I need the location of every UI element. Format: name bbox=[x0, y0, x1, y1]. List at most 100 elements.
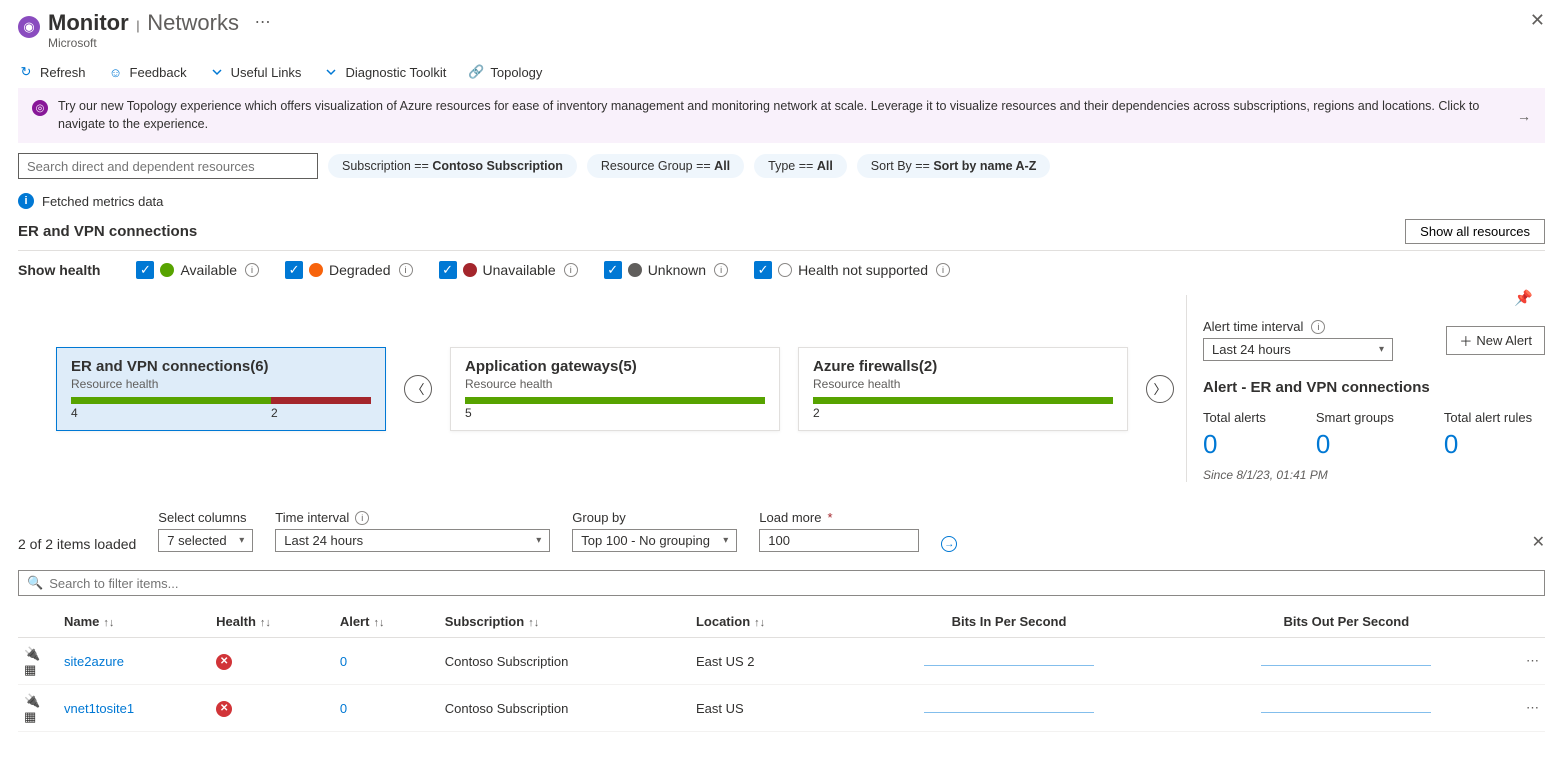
unavailable-dot-icon bbox=[463, 263, 477, 277]
topology-icon: 🔗 bbox=[468, 64, 484, 80]
sort-icon[interactable]: ↑↓ bbox=[260, 617, 271, 629]
sort-icon[interactable]: ↑↓ bbox=[528, 617, 539, 629]
sort-icon[interactable]: ↑↓ bbox=[754, 617, 765, 629]
alert-link[interactable]: 0 bbox=[340, 701, 347, 716]
help-icon[interactable]: i bbox=[399, 263, 413, 277]
unknown-checkbox[interactable]: ✓ bbox=[604, 261, 622, 279]
refresh-button[interactable]: ↻ Refresh bbox=[18, 64, 86, 80]
help-icon[interactable]: i bbox=[355, 511, 369, 525]
useful-links-button[interactable]: Useful Links bbox=[209, 64, 302, 80]
subscription-filter[interactable]: Subscription == Contoso Subscription bbox=[328, 154, 577, 178]
diagnostic-toolkit-button[interactable]: Diagnostic Toolkit bbox=[323, 64, 446, 80]
er-vpn-card[interactable]: ER and VPN connections(6) Resource healt… bbox=[56, 347, 386, 431]
col-subscription[interactable]: Subscription bbox=[445, 614, 524, 629]
more-menu-icon[interactable]: ⋯ bbox=[255, 14, 271, 31]
show-all-resources-button[interactable]: Show all resources bbox=[1405, 219, 1545, 244]
col-health[interactable]: Health bbox=[216, 614, 256, 629]
row-more-icon[interactable]: ⋯ bbox=[1515, 638, 1545, 685]
feedback-icon: ☺ bbox=[108, 64, 124, 80]
new-alert-button[interactable]: ＋ New Alert bbox=[1446, 326, 1545, 355]
time-interval-dropdown[interactable]: Last 24 hours▾ bbox=[275, 529, 550, 552]
table-filter-field[interactable] bbox=[49, 576, 1536, 591]
available-checkbox[interactable]: ✓ bbox=[136, 261, 154, 279]
card-title: Application gateways(5) bbox=[465, 358, 765, 375]
connection-icon: 🔌 bbox=[24, 693, 39, 708]
refresh-label: Refresh bbox=[40, 65, 86, 80]
toolkit-label: Diagnostic Toolkit bbox=[345, 65, 446, 80]
fetched-label: Fetched metrics data bbox=[42, 194, 163, 209]
prev-card-button[interactable]: 〈 bbox=[404, 375, 432, 403]
col-alert[interactable]: Alert bbox=[340, 614, 370, 629]
table-filter-input[interactable]: 🔍 bbox=[18, 570, 1545, 596]
select-columns-dropdown[interactable]: 7 selected▾ bbox=[158, 529, 253, 552]
unknown-label: Unknown bbox=[648, 262, 706, 278]
alert-rules-value[interactable]: 0 bbox=[1444, 429, 1532, 460]
col-bits-out[interactable]: Bits Out Per Second bbox=[1178, 606, 1515, 638]
degraded-label: Degraded bbox=[329, 262, 391, 278]
resource-search-input[interactable] bbox=[18, 153, 318, 179]
topology-button[interactable]: 🔗 Topology bbox=[468, 64, 542, 80]
title-separator: | bbox=[136, 18, 139, 33]
unsupported-dot-icon bbox=[778, 263, 792, 277]
alerts-since: Since 8/1/23, 01:41 PM bbox=[1203, 468, 1545, 482]
card-count-1: 5 bbox=[465, 406, 472, 420]
alerts-title: Alert - ER and VPN connections bbox=[1203, 379, 1545, 396]
app-gateways-card[interactable]: Application gateways(5) Resource health … bbox=[450, 347, 780, 431]
chevron-down-icon bbox=[323, 64, 339, 80]
available-label: Available bbox=[180, 262, 237, 278]
resource-link[interactable]: site2azure bbox=[64, 654, 124, 669]
resource-link[interactable]: vnet1tosite1 bbox=[64, 701, 134, 716]
help-icon[interactable]: i bbox=[1311, 320, 1325, 334]
help-icon[interactable]: i bbox=[245, 263, 259, 277]
links-label: Useful Links bbox=[231, 65, 302, 80]
card-count-1: 4 bbox=[71, 406, 271, 420]
group-by-dropdown[interactable]: Top 100 - No grouping▾ bbox=[572, 529, 737, 552]
alert-interval-select[interactable]: Last 24 hours▾ bbox=[1203, 338, 1393, 361]
row-subscription: Contoso Subscription bbox=[439, 685, 690, 732]
next-card-button[interactable]: 〉 bbox=[1146, 375, 1174, 403]
unavailable-checkbox[interactable]: ✓ bbox=[439, 261, 457, 279]
col-name[interactable]: Name bbox=[64, 614, 99, 629]
sort-icon[interactable]: ↑↓ bbox=[103, 617, 114, 629]
azure-firewalls-card[interactable]: Azure firewalls(2) Resource health 2 bbox=[798, 347, 1128, 431]
topology-banner[interactable]: ◎ Try our new Topology experience which … bbox=[18, 88, 1545, 143]
banner-text: Try our new Topology experience which of… bbox=[58, 98, 1507, 133]
group-by-label: Group by bbox=[572, 510, 737, 525]
sort-filter[interactable]: Sort By == Sort by name A-Z bbox=[857, 154, 1051, 178]
unsupported-checkbox[interactable]: ✓ bbox=[754, 261, 772, 279]
help-icon[interactable]: i bbox=[714, 263, 728, 277]
connection-icon: 🔌 bbox=[24, 646, 39, 661]
help-icon[interactable]: i bbox=[936, 263, 950, 277]
resource-group-filter[interactable]: Resource Group == All bbox=[587, 154, 744, 178]
help-icon[interactable]: i bbox=[564, 263, 578, 277]
banner-arrow-icon[interactable]: → bbox=[1517, 108, 1531, 124]
col-bits-in[interactable]: Bits In Per Second bbox=[840, 606, 1177, 638]
row-subscription: Contoso Subscription bbox=[439, 638, 690, 685]
health-label: Show health bbox=[18, 262, 100, 278]
page-subtitle: Networks bbox=[147, 10, 239, 35]
time-interval-label: Time interval bbox=[275, 510, 349, 525]
close-items-icon[interactable]: ✕ bbox=[1532, 532, 1545, 552]
available-dot-icon bbox=[160, 263, 174, 277]
load-more-input[interactable]: 100 bbox=[759, 529, 919, 552]
row-more-icon[interactable]: ⋯ bbox=[1515, 685, 1545, 732]
vendor-label: Microsoft bbox=[48, 36, 1530, 50]
feedback-button[interactable]: ☺ Feedback bbox=[108, 64, 187, 80]
load-more-go-button[interactable]: → bbox=[941, 536, 957, 552]
degraded-checkbox[interactable]: ✓ bbox=[285, 261, 303, 279]
total-alerts-value[interactable]: 0 bbox=[1203, 429, 1266, 460]
card-sub: Resource health bbox=[465, 377, 765, 391]
card-count-1: 2 bbox=[813, 406, 820, 420]
col-location[interactable]: Location bbox=[696, 614, 750, 629]
smart-groups-value[interactable]: 0 bbox=[1316, 429, 1394, 460]
pin-icon[interactable]: 📌 bbox=[1514, 289, 1533, 307]
type-filter[interactable]: Type == All bbox=[754, 154, 847, 178]
close-icon[interactable]: ✕ bbox=[1530, 10, 1545, 31]
sort-icon[interactable]: ↑↓ bbox=[373, 617, 384, 629]
alert-link[interactable]: 0 bbox=[340, 654, 347, 669]
monitor-service-icon: ◉ bbox=[18, 16, 40, 38]
refresh-icon: ↻ bbox=[18, 64, 34, 80]
sparkline-out bbox=[1261, 701, 1431, 713]
card-sub: Resource health bbox=[71, 377, 371, 391]
total-alerts-label: Total alerts bbox=[1203, 410, 1266, 425]
